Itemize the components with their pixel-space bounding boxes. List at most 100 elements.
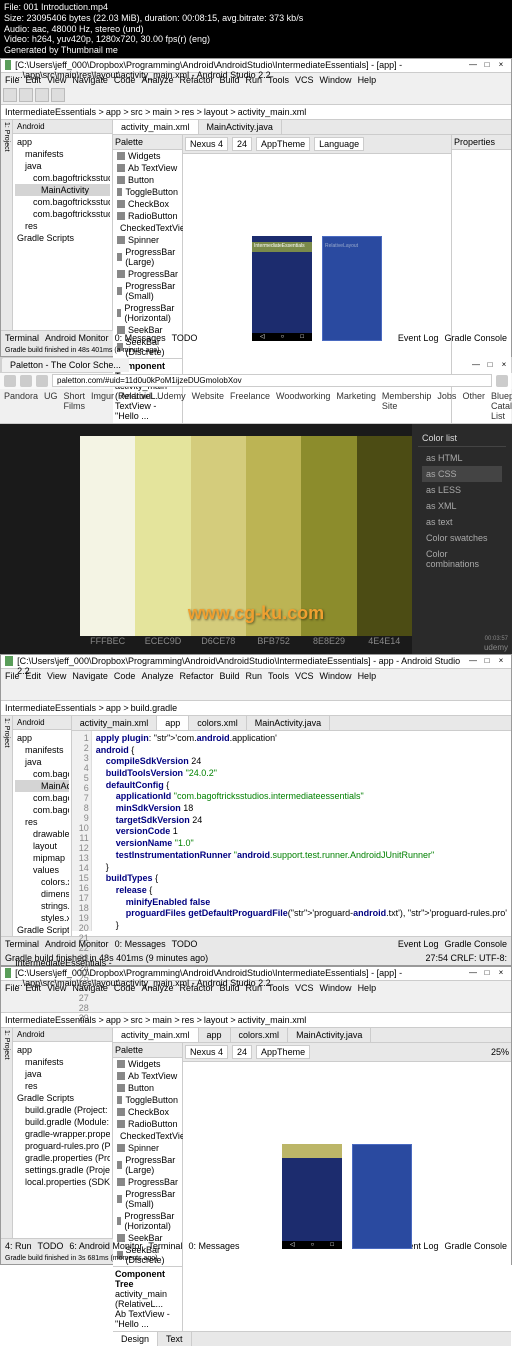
tree-item[interactable]: gradle-wrapper.properties	[15, 1128, 110, 1140]
export-option[interactable]: as LESS	[422, 482, 502, 498]
bottom-tool-bar[interactable]: TerminalAndroid Monitor0: MessagesTODOEv…	[1, 936, 511, 951]
tree-item[interactable]: manifests	[15, 744, 69, 756]
tree-item[interactable]: res	[15, 220, 110, 232]
forward-icon[interactable]	[20, 375, 32, 387]
design-toolbar[interactable]: Nexus 4 24 AppTheme 25%	[183, 1043, 511, 1062]
tree-item[interactable]: settings.gradle (Project S	[15, 1164, 110, 1176]
export-option[interactable]: as HTML	[422, 450, 502, 466]
tree-item[interactable]: values	[15, 864, 69, 876]
export-option[interactable]: Color swatches	[422, 530, 502, 546]
mode-tab-text[interactable]: Text	[158, 1332, 192, 1346]
menu-refactor[interactable]: Refactor	[179, 75, 213, 85]
breadcrumb[interactable]: IntermediateEssentials >app >build.gradl…	[1, 701, 511, 716]
palette-item[interactable]: ToggleButton	[113, 1094, 182, 1106]
bookmark[interactable]: Blueprint Catalog List	[491, 391, 512, 421]
tool-window-button[interactable]: TODO	[38, 1241, 64, 1251]
bookmark[interactable]: UG	[44, 391, 58, 421]
breadcrumb-item[interactable]: app >	[106, 703, 129, 713]
menu-run[interactable]: Run	[246, 671, 263, 681]
tool-window-button[interactable]: Terminal	[148, 1241, 182, 1251]
browser-tab[interactable]: Paletton - The Color Sche...	[2, 358, 129, 372]
mode-tab-design[interactable]: Design	[113, 1332, 158, 1346]
tree-item[interactable]: res	[15, 816, 69, 828]
palette-item[interactable]: ProgressBar (Horizontal)	[113, 1210, 182, 1232]
editor-tabs[interactable]: activity_main.xmlappcolors.xmlMainActivi…	[113, 1028, 511, 1043]
code-line[interactable]: minSdkVersion 18	[96, 803, 507, 815]
tree-item[interactable]: java	[15, 160, 110, 172]
bookmark[interactable]: Short Films	[64, 391, 86, 421]
tree-item[interactable]: manifests	[15, 148, 110, 160]
breadcrumb-item[interactable]: IntermediateEssentials >	[5, 1015, 104, 1025]
blueprint-preview[interactable]	[352, 1144, 412, 1249]
menu-vcs[interactable]: VCS	[295, 983, 314, 993]
bookmark[interactable]: Android	[120, 391, 151, 421]
tool-window-button[interactable]: Gradle Console	[444, 939, 507, 949]
palette-item[interactable]: RadioButton	[113, 1118, 182, 1130]
breadcrumb[interactable]: IntermediateEssentials >app >src >main >…	[1, 105, 511, 120]
tree-item[interactable]: dimens.xml (2)	[15, 888, 69, 900]
tree-item[interactable]: java	[15, 1068, 110, 1080]
tree-item[interactable]: layout	[15, 840, 69, 852]
code-line[interactable]: buildTypes {	[96, 873, 507, 885]
editor-tab[interactable]: activity_main.xml	[113, 120, 199, 134]
menu-window[interactable]: Window	[320, 75, 352, 85]
breadcrumb-item[interactable]: res >	[182, 1015, 202, 1025]
code-line[interactable]: minifyEnabled false	[96, 897, 507, 909]
menu-navigate[interactable]: Navigate	[72, 983, 108, 993]
tool-window-button[interactable]: 0: Messages	[188, 1241, 239, 1251]
code-line[interactable]: versionName "1.0"	[96, 838, 507, 850]
export-option[interactable]: Color combinations	[422, 546, 502, 572]
menu-tools[interactable]: Tools	[268, 75, 289, 85]
close-button[interactable]: ×	[495, 968, 507, 978]
editor-tab[interactable]: activity_main.xml	[72, 716, 158, 730]
code-line[interactable]: applicationId "com.bagoftricksstudios.in…	[96, 791, 507, 803]
palette-item[interactable]: ProgressBar	[113, 268, 182, 280]
save-icon[interactable]	[19, 88, 33, 102]
breadcrumb-item[interactable]: activity_main.xml	[238, 107, 307, 117]
palette-item[interactable]: RadioButton	[113, 210, 182, 222]
breadcrumb[interactable]: IntermediateEssentials >app >src >main >…	[1, 1013, 511, 1028]
tree-item[interactable]: Gradle Scripts	[15, 924, 69, 936]
export-sidebar[interactable]: Color list as HTMLas CSSas LESSas XMLas …	[412, 424, 512, 654]
menu-run[interactable]: Run	[246, 983, 263, 993]
menu-view[interactable]: View	[47, 983, 66, 993]
palette-item[interactable]: Button	[113, 174, 182, 186]
close-button[interactable]: ×	[498, 360, 510, 370]
palette-item[interactable]: ProgressBar (Small)	[113, 280, 182, 302]
breadcrumb-item[interactable]: build.gradle	[131, 703, 178, 713]
menu-edit[interactable]: Edit	[26, 983, 42, 993]
tree-item[interactable]: manifests	[15, 1056, 110, 1068]
tool-window-button[interactable]: 6: Android Monitor	[69, 1241, 142, 1251]
editor-tab[interactable]: MainActivity.java	[199, 120, 282, 134]
tree-item[interactable]: local.properties (SDK Locati	[15, 1176, 110, 1188]
code-line[interactable]: apply plugin: "str">'com.android.applica…	[96, 733, 507, 745]
breadcrumb-item[interactable]: main >	[152, 107, 179, 117]
back-icon[interactable]	[4, 375, 16, 387]
tree-item[interactable]: Gradle Scripts	[15, 232, 110, 244]
tree-item[interactable]: com.bagoftricksstudio	[15, 768, 69, 780]
code-line[interactable]: }	[96, 862, 507, 874]
palette-item[interactable]: Widgets	[113, 1058, 182, 1070]
tool-window-button[interactable]: Gradle Console	[444, 1241, 507, 1251]
code-editor[interactable]: 1234567891011121314151617181920212223242…	[72, 731, 511, 931]
component-tree-item[interactable]: Ab TextView - "Hello ...	[115, 1309, 180, 1329]
menu-file[interactable]: File	[5, 75, 20, 85]
menu-tools[interactable]: Tools	[268, 671, 289, 681]
tool-window-button[interactable]: TODO	[172, 939, 198, 949]
blueprint-preview[interactable]: RelativeLayout	[322, 236, 382, 341]
breadcrumb-item[interactable]: IntermediateEssentials >	[5, 107, 104, 117]
menu-analyze[interactable]: Analyze	[141, 671, 173, 681]
menu-build[interactable]: Build	[219, 75, 239, 85]
theme-select[interactable]: AppTheme	[256, 1045, 310, 1059]
editor-tabs[interactable]: activity_main.xmlMainActivity.java	[113, 120, 511, 135]
menu-vcs[interactable]: VCS	[295, 671, 314, 681]
undo-icon[interactable]	[35, 88, 49, 102]
tree-item[interactable]: com.bagoftricksstudios	[15, 196, 110, 208]
tree-item[interactable]: build.gradle (Module: app	[15, 1116, 110, 1128]
redo-icon[interactable]	[51, 88, 65, 102]
code-area[interactable]: apply plugin: "str">'com.android.applica…	[92, 731, 511, 931]
theme-select[interactable]: AppTheme	[256, 137, 310, 151]
design-canvas[interactable]: ◁○□	[183, 1062, 511, 1331]
menu-analyze[interactable]: Analyze	[141, 75, 173, 85]
palette-item[interactable]: ProgressBar (Large)	[113, 246, 182, 268]
